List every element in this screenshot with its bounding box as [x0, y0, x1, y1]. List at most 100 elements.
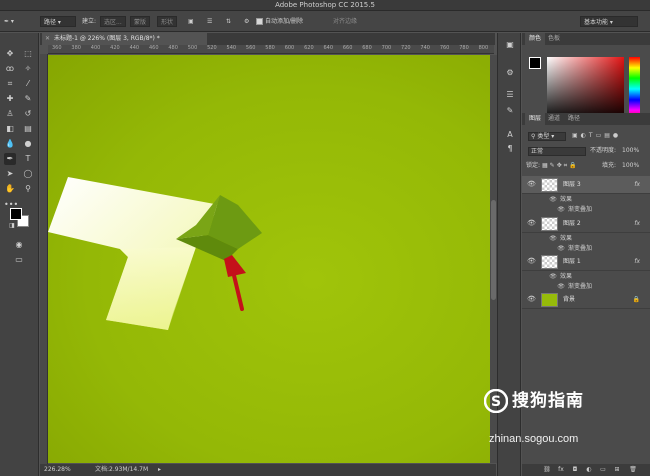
ruler-tick-label: 360	[52, 45, 62, 51]
tab-layers[interactable]: 图层	[525, 113, 546, 125]
ruler-tick-label: 660	[342, 45, 353, 51]
mode-select[interactable]: 路径 ▾	[40, 16, 76, 27]
add-mask-icon[interactable]: ◘	[570, 464, 580, 476]
visibility-eye-icon[interactable]: 👁	[527, 257, 536, 266]
zoom-tool-icon[interactable]: ⚲	[22, 183, 34, 195]
move-tool-icon[interactable]: ✥	[4, 48, 16, 60]
lasso-tool-icon[interactable]: ꝏ	[4, 63, 16, 75]
clone-stamp-tool-icon[interactable]: ♙	[4, 108, 16, 120]
gear-icon[interactable]: ⚙	[244, 16, 249, 27]
path-alignment-icon[interactable]: ☰	[207, 16, 212, 27]
screen-mode-icon[interactable]: ▭	[13, 254, 25, 266]
layer-effects-row[interactable]: 👁 效果	[522, 195, 650, 205]
canvas[interactable]	[48, 55, 490, 463]
ellipse-tool-icon[interactable]: ◯	[22, 168, 34, 180]
eraser-tool-icon[interactable]: ◧	[4, 123, 16, 135]
filter-icons[interactable]: ▣◐T▭▤●	[572, 130, 621, 142]
layer-effects-row[interactable]: 👁 效果	[522, 234, 650, 244]
layer-row[interactable]: 👁 图层 2 fx	[522, 215, 650, 233]
tab-paths[interactable]: 路径	[564, 113, 584, 125]
foreground-color-swatch[interactable]	[10, 208, 22, 220]
path-selection-tool-icon[interactable]: ➤	[4, 168, 16, 180]
new-layer-icon[interactable]: ⊞	[612, 464, 622, 476]
align-edges-label[interactable]: 对齐边缘	[333, 16, 357, 27]
history-panel-icon[interactable]: ▣	[504, 39, 516, 51]
tab-color[interactable]: 颜色	[525, 33, 546, 45]
layer-row[interactable]: 👁 图层 3 fx	[522, 176, 650, 194]
tab-channels[interactable]: 通道	[544, 113, 564, 125]
fill-value[interactable]: 100%	[622, 160, 639, 172]
visibility-eye-icon[interactable]: 👁	[527, 219, 536, 228]
auto-add-delete-checkbox[interactable]: 自动添加/删除	[256, 16, 303, 27]
workspace-select[interactable]: 基本功能 ▾	[580, 16, 638, 27]
effects-eye-icon[interactable]: 👁	[549, 235, 557, 243]
layer-thumbnail	[541, 293, 558, 307]
layer-row[interactable]: 👁 图层 1 fx	[522, 253, 650, 271]
ruler-tick-label: 500	[187, 45, 198, 51]
document-tab[interactable]: ✕ 未标题-1 @ 226% (图层 3, RGB/8*) *	[42, 33, 207, 45]
history-brush-tool-icon[interactable]: ↺	[22, 108, 34, 120]
blur-tool-icon[interactable]: 💧	[4, 138, 16, 150]
scrollbar-thumb[interactable]	[491, 200, 496, 300]
dodge-tool-icon[interactable]: ●	[22, 138, 34, 150]
tab-swatches[interactable]: 色板	[544, 33, 564, 45]
color-panel-foreground-swatch[interactable]	[529, 57, 541, 69]
marquee-tool-icon[interactable]: ⬚	[22, 48, 34, 60]
selection-button[interactable]: 选区...	[100, 16, 126, 27]
document-size[interactable]: 文档:2.93M/14.7M	[95, 464, 148, 476]
zoom-level[interactable]: 226.28%	[44, 464, 71, 476]
layer-row[interactable]: 👁 背景 🔒	[522, 291, 650, 309]
link-layers-icon[interactable]: ⛓	[542, 464, 552, 476]
fx-icon[interactable]: fx	[634, 215, 640, 233]
adjustments-panel-icon[interactable]: ☰	[504, 89, 516, 101]
brush-tool-icon[interactable]: ✎	[22, 93, 34, 105]
ruler-tick-label: 760	[439, 45, 450, 51]
status-menu-icon[interactable]: ▸	[158, 464, 161, 476]
properties-panel-icon[interactable]: ⚙	[504, 67, 516, 79]
hue-slider[interactable]	[629, 57, 640, 121]
sogou-logo: S	[484, 389, 508, 413]
shape-button[interactable]: 形状	[157, 16, 178, 27]
add-style-icon[interactable]: fx	[556, 464, 566, 476]
adjustment-layer-icon[interactable]: ◐	[584, 464, 594, 476]
delete-layer-icon[interactable]: 🗑	[628, 464, 638, 476]
path-operations-icon[interactable]: ▣	[188, 16, 194, 27]
opacity-value[interactable]: 100%	[622, 145, 639, 157]
hand-tool-icon[interactable]: ✋	[4, 183, 16, 195]
new-group-icon[interactable]: ▭	[598, 464, 608, 476]
fx-icon[interactable]: fx	[634, 253, 640, 271]
effect-eye-icon[interactable]: 👁	[557, 206, 565, 214]
layer-effect-row[interactable]: 👁 渐变叠加	[522, 205, 650, 215]
layer-effects-row[interactable]: 👁 效果	[522, 272, 650, 282]
path-arrangement-icon[interactable]: ⇅	[226, 16, 231, 27]
fx-icon[interactable]: fx	[634, 176, 640, 194]
blend-mode-select[interactable]: 正常	[528, 147, 586, 156]
close-icon[interactable]: ✕	[45, 33, 50, 45]
character-panel-icon[interactable]: A	[504, 129, 516, 141]
mask-button[interactable]: 蒙版	[130, 16, 151, 27]
effects-eye-icon[interactable]: 👁	[549, 196, 557, 204]
pen-tool-icon[interactable]: ✒	[4, 153, 16, 165]
lock-icons[interactable]: ▦✎✥⌗🔒	[542, 160, 579, 172]
pen-tool-preset-icon[interactable]: ✒ ▾	[4, 16, 14, 27]
visibility-eye-icon[interactable]: 👁	[527, 180, 536, 189]
effect-eye-icon[interactable]: 👁	[557, 245, 565, 253]
gradient-tool-icon[interactable]: ▤	[22, 123, 34, 135]
effect-eye-icon[interactable]: 👁	[557, 283, 565, 291]
quick-mask-icon[interactable]: ◉	[13, 239, 25, 251]
layer-filter-value: 类型	[537, 133, 550, 140]
eyedropper-tool-icon[interactable]: ⁄	[22, 78, 34, 90]
healing-brush-tool-icon[interactable]: ✚	[4, 93, 16, 105]
visibility-eye-icon[interactable]: 👁	[527, 295, 536, 304]
effects-eye-icon[interactable]: 👁	[549, 273, 557, 281]
color-spectrum[interactable]	[547, 57, 624, 121]
layer-filter-select[interactable]: ⚲ 类型 ▾	[528, 132, 566, 141]
ruler-tick-label: 780	[459, 45, 469, 51]
effects-label: 效果	[560, 235, 573, 242]
color-panel-tabs: 颜色 色板	[522, 33, 650, 45]
paragraph-panel-icon[interactable]: ¶	[504, 143, 516, 155]
brush-panel-icon[interactable]: ✎	[504, 105, 516, 117]
magic-wand-tool-icon[interactable]: ✧	[22, 63, 34, 75]
type-tool-icon[interactable]: T	[22, 153, 34, 165]
crop-tool-icon[interactable]: ⌗	[4, 78, 16, 90]
